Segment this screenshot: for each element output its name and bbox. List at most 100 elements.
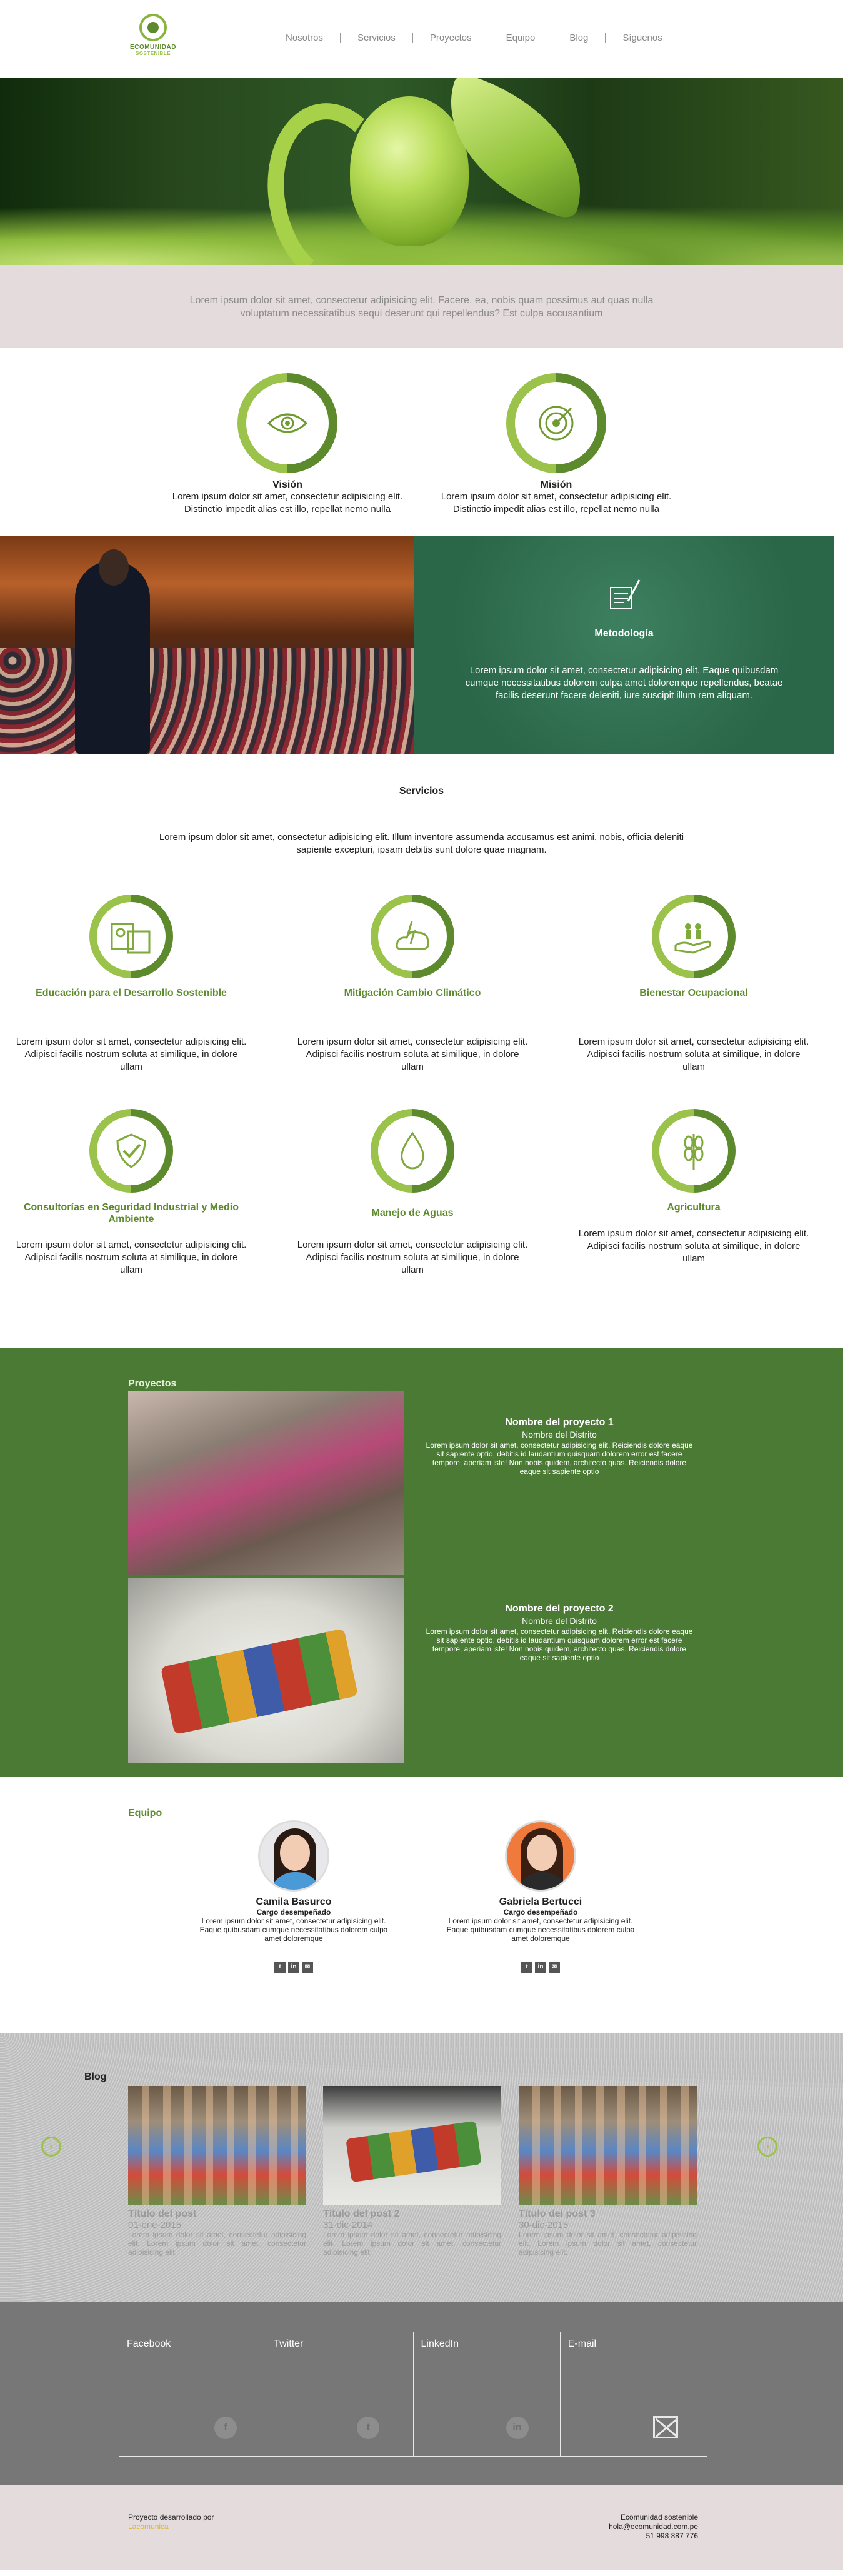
service-item[interactable]: Educación para el Desarrollo Sostenible … [12, 895, 250, 1073]
credit-link[interactable]: Lacomunica [128, 2522, 214, 2532]
linkedin-icon[interactable]: in [506, 2417, 529, 2439]
vision-title: Visión [272, 479, 302, 490]
toy-train [160, 1628, 359, 1735]
service-ring [89, 1109, 173, 1193]
nav-equipo[interactable]: Equipo [489, 33, 553, 43]
member-role: Cargo desempeñado [503, 1908, 578, 1917]
target-icon [506, 373, 606, 473]
envelope-icon[interactable] [652, 2416, 678, 2438]
metodologia-text: Lorem ipsum dolor sit amet, consectetur … [465, 665, 783, 701]
intro-text: Lorem ipsum dolor sit amet, consectetur … [189, 294, 654, 319]
conference-photo [0, 536, 414, 754]
service-title: Mitigación Cambio Climático [344, 988, 481, 998]
service-title: Manejo de Aguas [371, 1208, 454, 1218]
logo[interactable]: ECOMUNIDAD SOSTENIBLE [128, 14, 178, 56]
service-text: Lorem ipsum dolor sit amet, consectetur … [297, 1240, 528, 1275]
service-item[interactable]: Bienestar Ocupacional Lorem ipsum dolor … [575, 895, 812, 1073]
equipo-title: Equipo [128, 1808, 162, 1818]
project-name[interactable]: Nombre del proyecto 1 [425, 1417, 694, 1428]
chevron-left-icon[interactable]: ‹ [41, 2137, 61, 2157]
team-member: Camila Basurco Cargo desempeñado Lorem i… [194, 1820, 394, 1973]
blog-post[interactable]: Título del post 3 30-dic-2015 Lorem ipsu… [519, 2086, 697, 2257]
post-title[interactable]: Título del post 3 [519, 2208, 697, 2220]
member-text: Lorem ipsum dolor sit amet, consectetur … [199, 1917, 388, 1943]
email-panel[interactable]: E-mail [561, 2332, 707, 2456]
eye-icon [237, 373, 337, 473]
avatar [505, 1820, 576, 1892]
email-icon[interactable]: ✉ [302, 1962, 313, 1973]
blog-title: Blog [84, 2072, 107, 2082]
project-2-info: Nombre del proyecto 2 Nombre del Distrit… [425, 1603, 694, 1662]
contact-email[interactable]: hola@ecomunidad.com.pe [609, 2522, 698, 2532]
post-thumbnail[interactable] [323, 2086, 501, 2205]
document-pen-icon [414, 576, 834, 617]
avatar [258, 1820, 329, 1892]
project-1-info: Nombre del proyecto 1 Nombre del Distrit… [425, 1417, 694, 1476]
main-nav: Nosotros Servicios Proyectos Equipo Blog… [275, 33, 679, 43]
credit-text: Proyecto desarrollado por [128, 2513, 214, 2522]
email-icon[interactable]: ✉ [549, 1962, 560, 1973]
service-item[interactable]: Manejo de Aguas Lorem ipsum dolor sit am… [294, 1109, 531, 1276]
post-title[interactable]: Título del post 2 [323, 2208, 501, 2220]
linkedin-icon[interactable]: in [535, 1962, 546, 1973]
chevron-right-icon[interactable]: › [757, 2137, 777, 2157]
service-text: Lorem ipsum dolor sit amet, consectetur … [578, 1228, 809, 1264]
service-text: Lorem ipsum dolor sit amet, consectetur … [297, 1036, 528, 1072]
metodologia-section: Metodología Lorem ipsum dolor sit amet, … [0, 536, 843, 754]
post-date: 31-dic-2014 [323, 2220, 373, 2230]
hero-seed [350, 96, 469, 246]
linkedin-panel[interactable]: LinkedIn in [414, 2332, 561, 2456]
site-footer: Proyecto desarrollado por Lacomunica Eco… [0, 2485, 843, 2570]
mision-text: Lorem ipsum dolor sit amet, consectetur … [441, 491, 672, 514]
nav-nosotros[interactable]: Nosotros [275, 33, 341, 43]
nav-servicios[interactable]: Servicios [341, 33, 413, 43]
twitter-panel[interactable]: Twitter t [266, 2332, 414, 2456]
service-item[interactable]: Agricultura Lorem ipsum dolor sit amet, … [575, 1109, 812, 1265]
service-item[interactable]: Consultorías en Seguridad Industrial y M… [12, 1109, 250, 1276]
post-thumbnail[interactable] [128, 2086, 306, 2205]
hero-image [0, 78, 843, 265]
climate-icon [371, 895, 454, 978]
blog-post[interactable]: Título del post 01-ene-2015 Lorem ipsum … [128, 2086, 306, 2257]
water-drop-icon [371, 1109, 454, 1193]
service-ring [371, 1109, 454, 1193]
nav-proyectos[interactable]: Proyectos [413, 33, 489, 43]
project-district: Nombre del Distrito [522, 1430, 597, 1440]
intro-band: Lorem ipsum dolor sit amet, consectetur … [0, 265, 843, 348]
service-title: Bienestar Ocupacional [639, 988, 748, 998]
twitter-icon[interactable]: t [274, 1962, 286, 1973]
twitter-icon[interactable]: t [357, 2417, 380, 2439]
linkedin-icon[interactable]: in [288, 1962, 299, 1973]
post-excerpt: Lorem ipsum dolor sit amet, consectetur … [128, 2230, 306, 2257]
project-name[interactable]: Nombre del proyecto 2 [425, 1603, 694, 1615]
facebook-panel[interactable]: Facebook f [119, 2332, 267, 2456]
post-excerpt: Lorem ipsum dolor sit amet, consectetur … [323, 2230, 501, 2257]
servicios-lead: Lorem ipsum dolor sit amet, consectetur … [159, 832, 684, 855]
logo-line2: SOSTENIBLE [135, 51, 171, 56]
service-item[interactable]: Mitigación Cambio Climático Lorem ipsum … [294, 895, 531, 1073]
team-member: Gabriela Bertucci Cargo desempeñado Lore… [441, 1820, 641, 1973]
social-grid: Facebook f Twitter t LinkedIn in E-mail [119, 2332, 707, 2457]
metodologia-title: Metodología [594, 628, 654, 639]
project-1-photo[interactable] [128, 1391, 404, 1575]
servicios-section: Servicios Lorem ipsum dolor sit amet, co… [0, 754, 843, 1348]
post-thumbnail[interactable] [519, 2086, 697, 2205]
nav-blog[interactable]: Blog [552, 33, 606, 43]
post-title[interactable]: Título del post [128, 2208, 306, 2220]
logo-mark-icon [139, 14, 167, 41]
nav-siguenos[interactable]: Síguenos [606, 33, 679, 43]
service-ring [371, 895, 454, 978]
service-title: Agricultura [667, 1202, 721, 1213]
vision-text: Lorem ipsum dolor sit amet, consectetur … [172, 491, 403, 514]
audience [0, 648, 414, 754]
vision-ring [237, 373, 337, 473]
project-2-photo[interactable] [128, 1578, 404, 1763]
facebook-icon[interactable]: f [214, 2417, 237, 2439]
post-excerpt: Lorem ipsum dolor sit amet, consectetur … [519, 2230, 697, 2257]
proyectos-title: Proyectos [128, 1378, 177, 1389]
mision-block: Misión Lorem ipsum dolor sit amet, conse… [431, 373, 681, 516]
logo-line1: ECOMUNIDAD [130, 44, 176, 51]
blog-post[interactable]: Título del post 2 31-dic-2014 Lorem ipsu… [323, 2086, 501, 2257]
page: ECOMUNIDAD SOSTENIBLE Nosotros Servicios… [0, 0, 843, 2576]
twitter-icon[interactable]: t [521, 1962, 532, 1973]
